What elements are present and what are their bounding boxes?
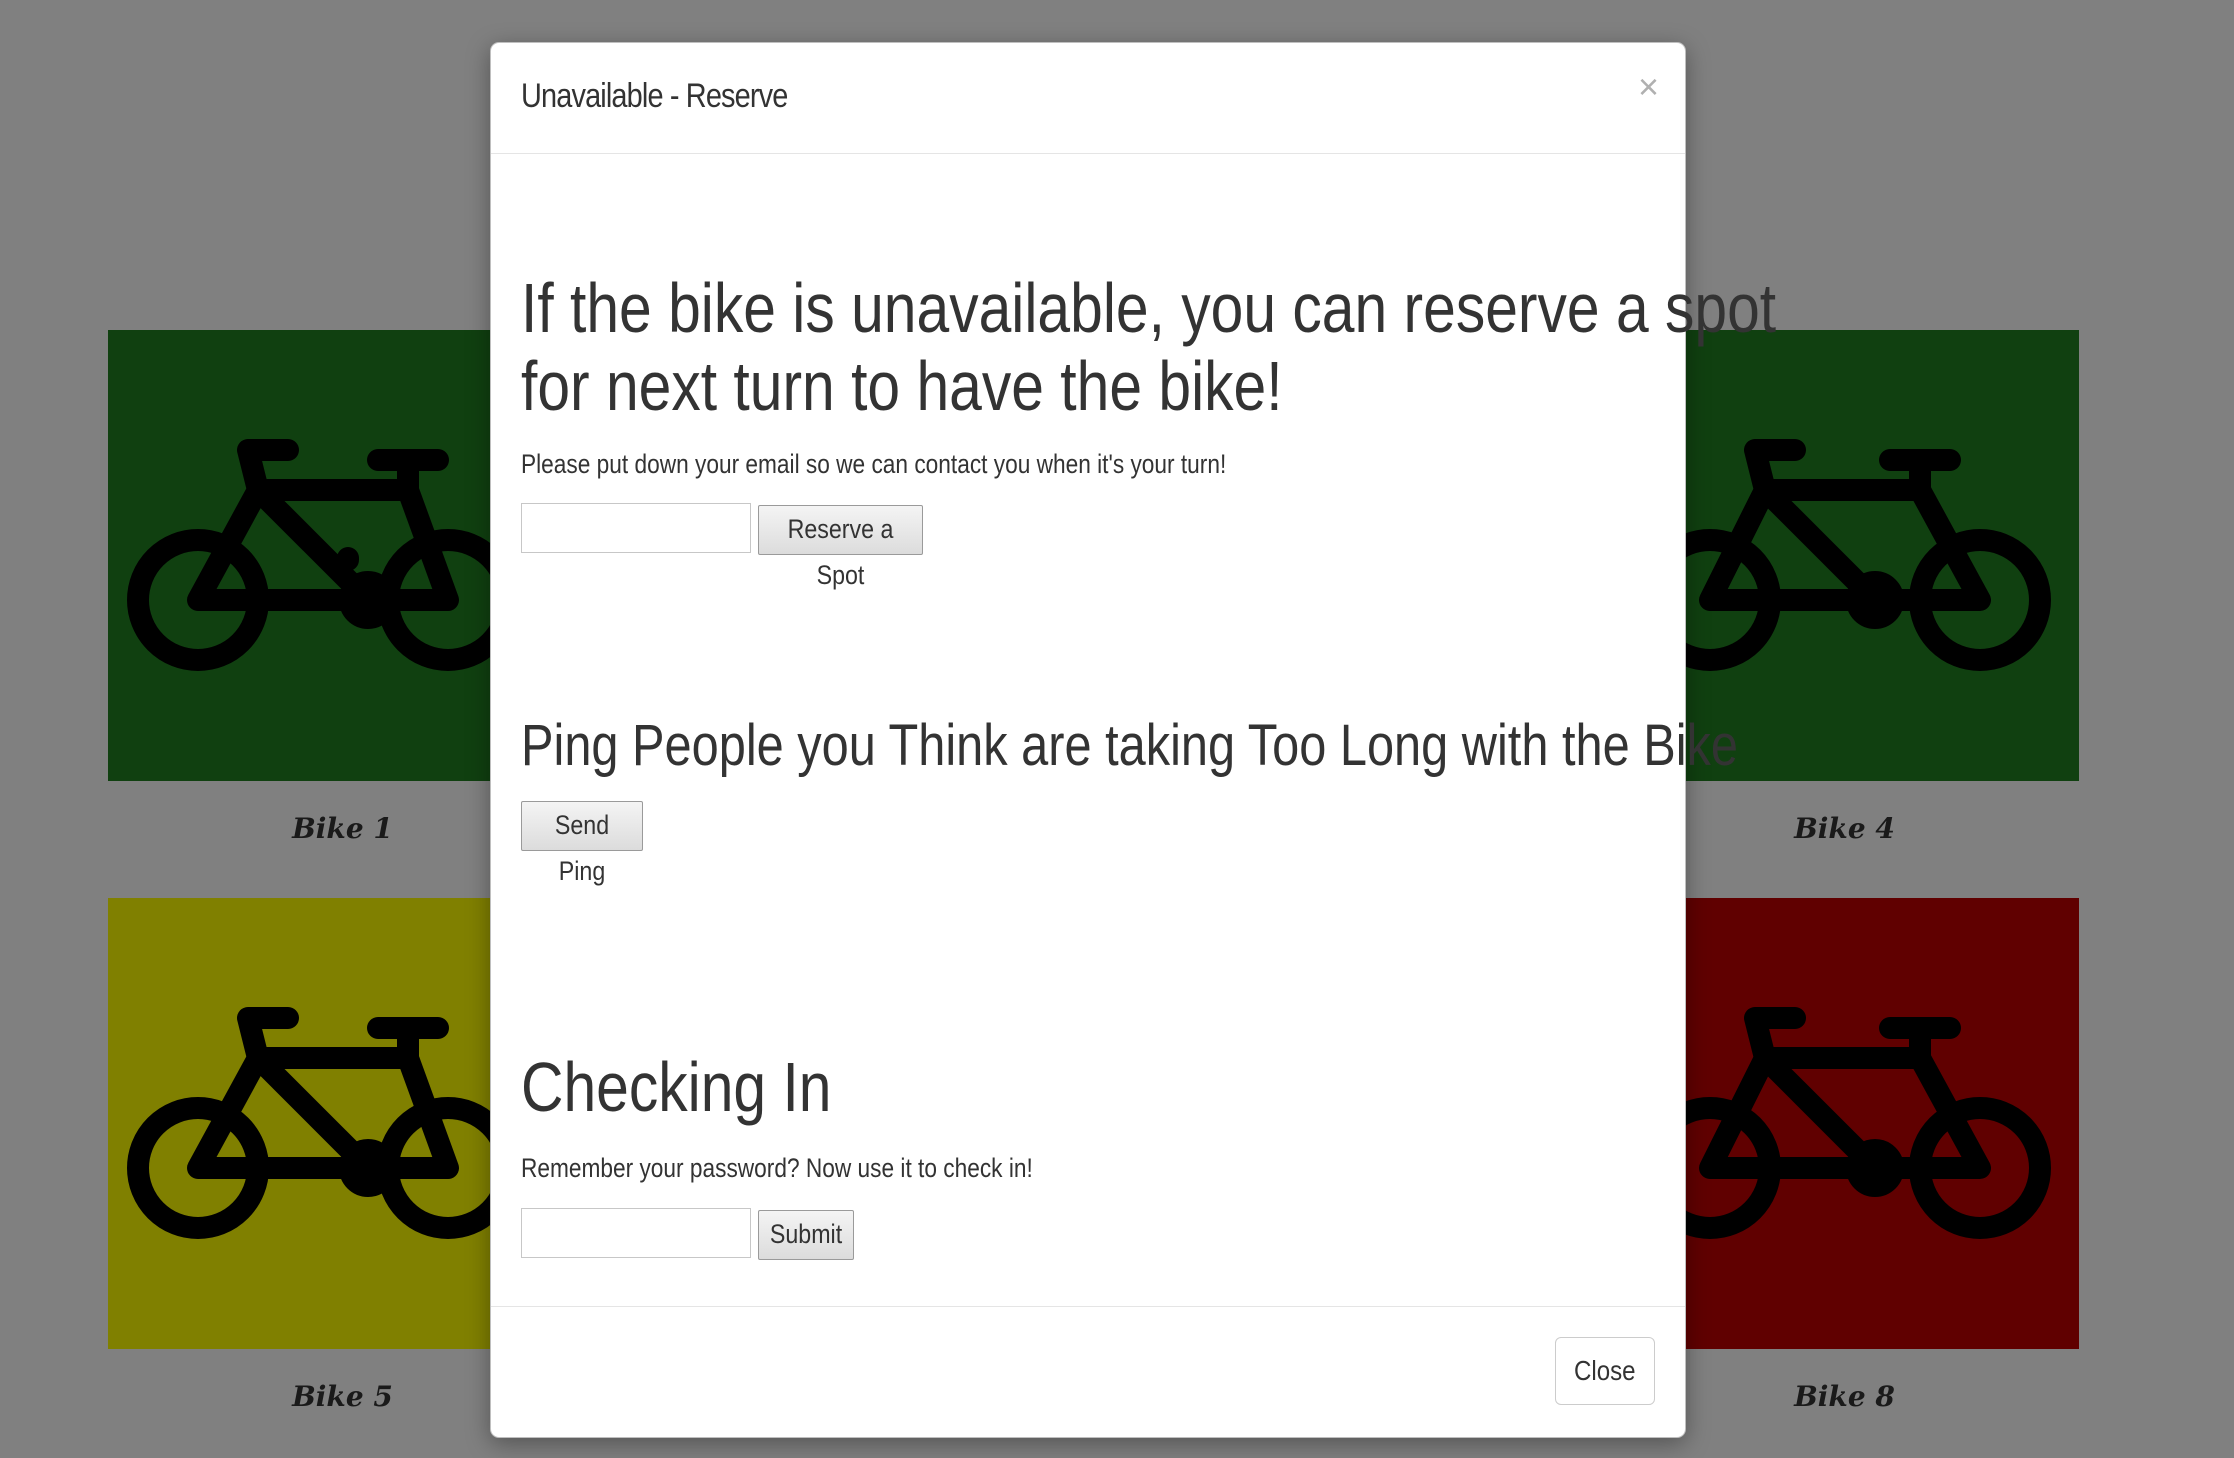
modal-footer: Close bbox=[491, 1306, 1685, 1437]
submit-button-label: Submit bbox=[769, 1219, 843, 1249]
submit-button[interactable]: Submit bbox=[758, 1210, 854, 1260]
reserve-heading-line2: for next turn to have the bike! bbox=[521, 347, 1283, 425]
reserve-heading-line1: If the bike is unavailable, you can rese… bbox=[521, 269, 1777, 347]
checkin-heading: Checking In bbox=[521, 1048, 832, 1126]
close-button[interactable]: Close bbox=[1555, 1337, 1655, 1405]
reserve-spot-button-label: Reserve a Spot bbox=[787, 514, 894, 590]
reserve-heading: If the bike is unavailable, you can rese… bbox=[521, 269, 1776, 425]
modal-title: Unavailable - Reserve bbox=[521, 77, 788, 115]
ping-heading: Ping People you Think are taking Too Lon… bbox=[521, 713, 1739, 778]
reserve-instruction: Please put down your email so we can con… bbox=[521, 449, 1227, 479]
reserve-modal: Unavailable - Reserve × If the bike is u… bbox=[490, 42, 1776, 1438]
send-ping-button-label: Send Ping bbox=[554, 810, 610, 886]
modal-header: Unavailable - Reserve × bbox=[491, 43, 1685, 154]
send-ping-button[interactable]: Send Ping bbox=[521, 801, 643, 886]
close-icon[interactable]: × bbox=[1638, 69, 1659, 105]
password-input[interactable] bbox=[521, 1208, 751, 1258]
checkin-instruction: Remember your password? Now use it to ch… bbox=[521, 1153, 1033, 1183]
email-input[interactable] bbox=[521, 503, 751, 553]
close-button-label: Close bbox=[1574, 1355, 1636, 1386]
reserve-spot-button[interactable]: Reserve a Spot bbox=[758, 505, 923, 590]
